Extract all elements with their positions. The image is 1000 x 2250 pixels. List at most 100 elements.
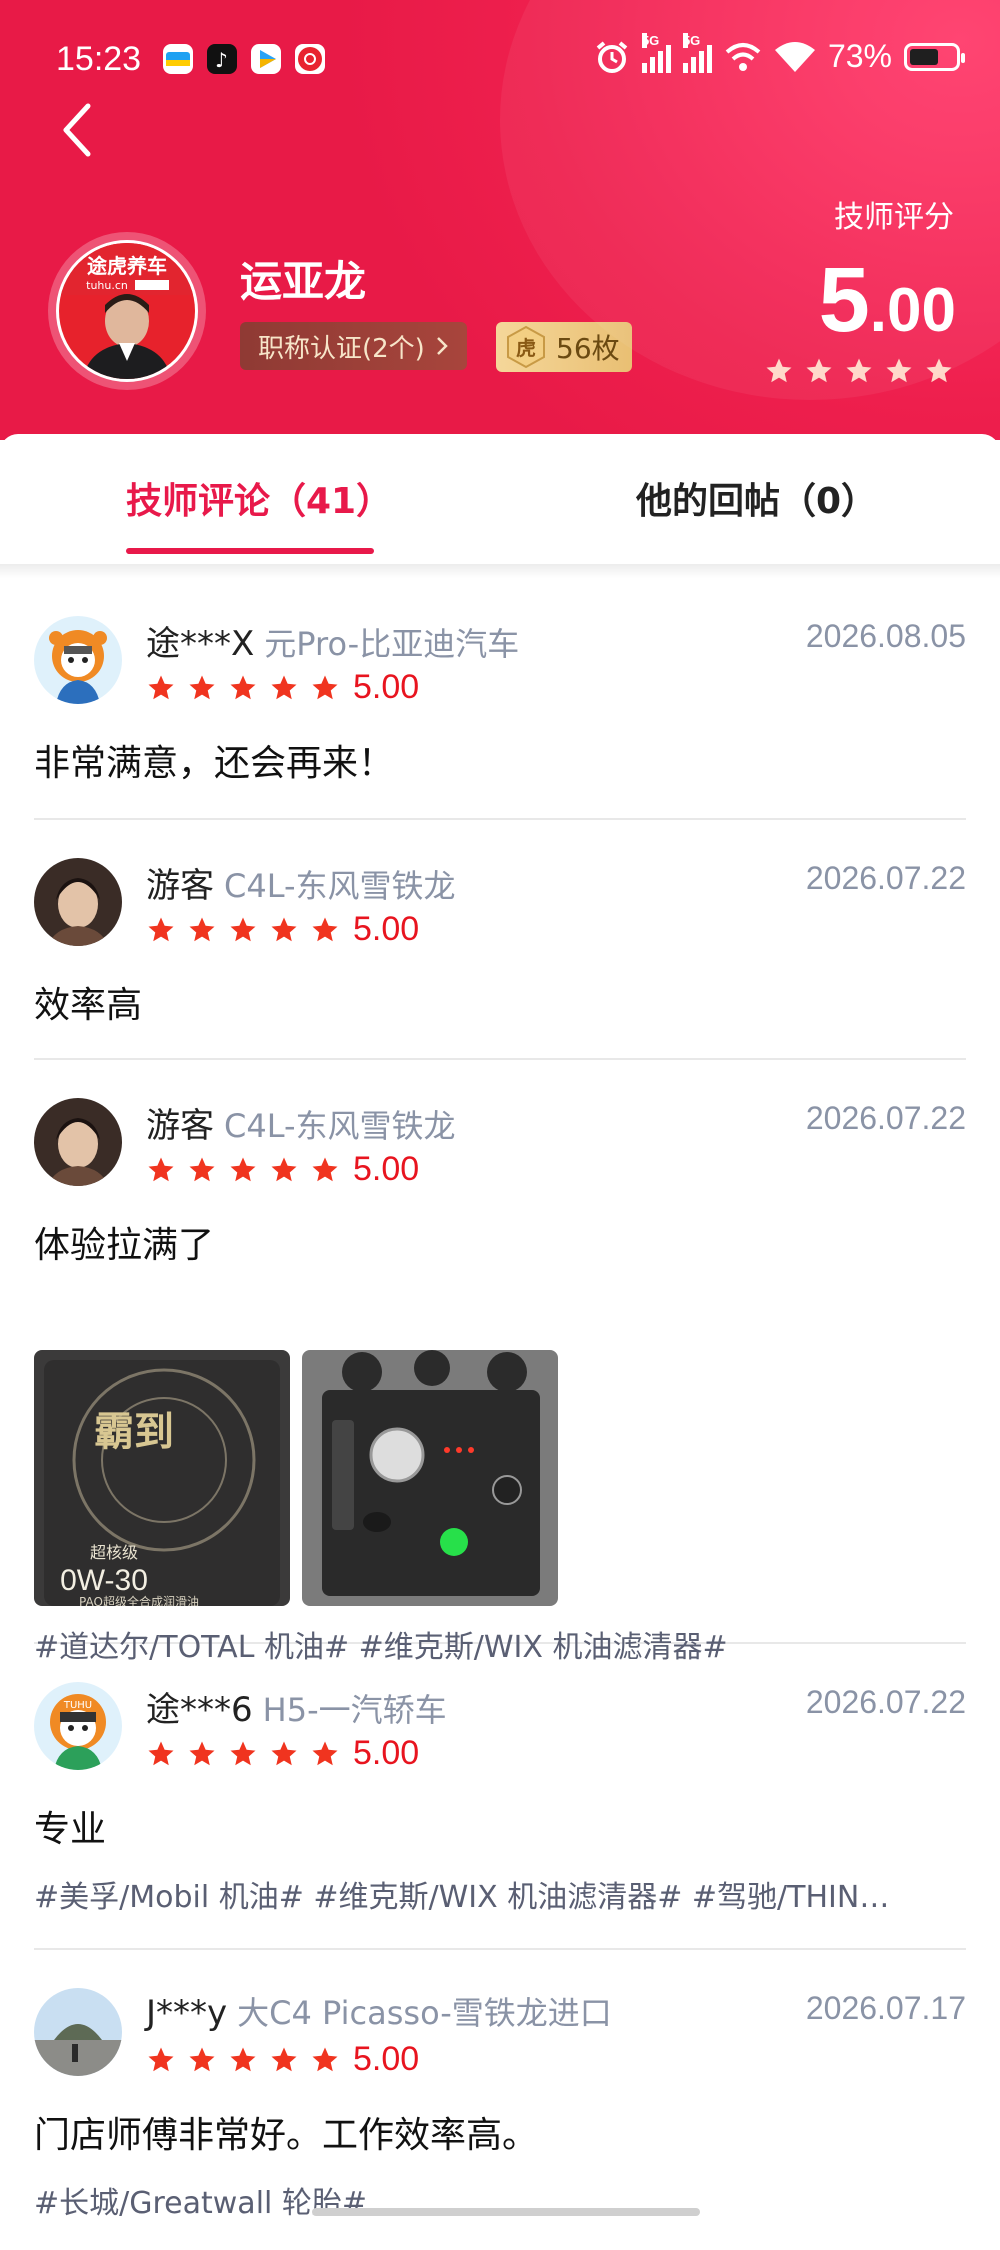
- reviewer-info: 途***6 H5-一汽轿车: [146, 1682, 447, 1731]
- review-date: 2026.08.05: [805, 618, 966, 654]
- signal-2-icon: 5G: [682, 32, 712, 73]
- certification-button[interactable]: 职称认证(2个): [240, 322, 467, 370]
- star-icon: [846, 358, 872, 383]
- reviewer-car: 元Pro-比亚迪汽车: [264, 625, 520, 663]
- reviewer-avatar[interactable]: [34, 1098, 122, 1186]
- reviewer-info: J***y 大C4 Picasso-雪铁龙进口: [146, 1988, 612, 2034]
- review-score: 5.00: [353, 1734, 420, 1772]
- music-app-icon: [295, 44, 325, 74]
- avatar-domain-text: tuhu.cn: [86, 279, 128, 292]
- tiktok-icon: ♪: [207, 44, 237, 74]
- reviewer-info: 游客 C4L-东风雪铁龙: [146, 858, 456, 907]
- svg-text:♪: ♪: [215, 48, 228, 72]
- star-icon: [312, 1741, 338, 1765]
- star-icon: [189, 1157, 215, 1181]
- star-icon: [230, 1157, 256, 1181]
- chevron-right-icon: [436, 337, 448, 355]
- review-score: 5.00: [353, 910, 420, 948]
- home-indicator[interactable]: [312, 2208, 700, 2216]
- tab-his-replies[interactable]: 他的回帖（0）: [636, 472, 877, 524]
- review-stars: 5.00: [146, 910, 419, 949]
- video-app-icon: [251, 44, 281, 74]
- star-icon: [230, 2047, 256, 2071]
- star-icon: [312, 917, 338, 941]
- review-date: 2026.07.22: [805, 1100, 966, 1136]
- review-score: 5.00: [353, 1150, 420, 1188]
- divider-shadow: [0, 564, 1000, 578]
- review-tags[interactable]: #美孚/Mobil 机油# #维克斯/WIX 机油滤清器# #驾驰/THIN…: [34, 1872, 966, 1916]
- score-label: 技师评分: [834, 200, 954, 235]
- reviewer-info: 游客 C4L-东风雪铁龙: [146, 1098, 456, 1147]
- score-integer: 5: [818, 249, 870, 351]
- wifi-hotspot-icon: [725, 42, 761, 71]
- review-date: 2026.07.22: [805, 860, 966, 896]
- score-decimal: .00: [869, 276, 956, 345]
- reviewer-name: 途***6: [146, 1690, 253, 1730]
- technician-score: 5.00: [819, 248, 956, 353]
- tab-bar: 技师评论（41） 他的回帖（0）: [0, 434, 1000, 558]
- photo-oil-brand: 霸到: [94, 1409, 174, 1455]
- technician-name: 运亚龙: [240, 257, 367, 306]
- reviewer-info: 途***X 元Pro-比亚迪汽车: [146, 616, 519, 665]
- review-text: 专业: [34, 1809, 107, 1850]
- tab-technician-reviews[interactable]: 技师评论（41）: [126, 472, 392, 524]
- star-icon: [148, 1157, 174, 1181]
- star-icon: [148, 1741, 174, 1765]
- wifi-icon: [774, 41, 815, 72]
- star-icon: [148, 2047, 174, 2071]
- star-icon: [312, 2047, 338, 2071]
- battery-percent: 73%: [827, 38, 892, 74]
- reviewer-car: H5-一汽轿车: [262, 1691, 447, 1729]
- review-stars: 5.00: [146, 1734, 419, 1773]
- review-photo-machine-panel[interactable]: [302, 1350, 558, 1606]
- star-icon: [886, 358, 912, 383]
- back-arrow-icon[interactable]: [58, 100, 98, 160]
- review-text: 非常满意，还会再来！: [34, 743, 395, 784]
- review-item[interactable]: 游客 C4L-东风雪铁龙 2026.07.22 5.00 效率高: [34, 820, 966, 1060]
- badge-count: 56枚: [556, 332, 620, 365]
- technician-header: 15:23 ♪ 5G 5G 73% 途虎养车 tuhu.cn 运亚龙 职称认证(…: [0, 0, 1000, 440]
- review-stars: 5.00: [146, 668, 419, 707]
- battery-icon: [904, 42, 965, 71]
- star-icon: [312, 675, 338, 699]
- review-stars: 5.00: [146, 2040, 419, 2079]
- photo-oil-viscosity: 0W-30: [60, 1564, 148, 1597]
- review-item[interactable]: TUHU 途***6 H5-一汽轿车 2026.07.22 5.00 专业 #美孚…: [34, 1644, 966, 1950]
- star-icon: [271, 1157, 297, 1181]
- star-icon: [271, 2047, 297, 2071]
- reviewer-avatar[interactable]: [34, 616, 122, 704]
- technician-avatar[interactable]: 途虎养车 tuhu.cn: [48, 232, 206, 390]
- review-photo-oil-can[interactable]: 霸到 超核级 0W-30 PAO超级全合成润滑油: [34, 1350, 290, 1606]
- review-date: 2026.07.17: [805, 1990, 966, 2026]
- reviewer-car: C4L-东风雪铁龙: [224, 867, 456, 905]
- reviewer-avatar[interactable]: TUHU: [34, 1682, 122, 1770]
- review-item[interactable]: 途***X 元Pro-比亚迪汽车 2026.08.05 5.00 非常满意，还会再…: [34, 578, 966, 820]
- review-text: 门店师傅非常好。工作效率高。: [34, 2115, 539, 2156]
- status-time: 15:23: [56, 40, 142, 78]
- reviewer-avatar[interactable]: [34, 858, 122, 946]
- reviewer-avatar[interactable]: [34, 1988, 122, 2076]
- star-icon: [766, 358, 792, 383]
- review-text: 效率高: [34, 985, 143, 1026]
- avatar-brand-text: 途虎养车: [87, 254, 167, 278]
- review-item[interactable]: 游客 C4L-东风雪铁龙 2026.07.22 5.00 体验拉满了 霸到 超核级…: [34, 1060, 966, 1665]
- star-icon: [926, 358, 952, 383]
- app-notification-icon-1: [163, 44, 193, 74]
- badge-count-button[interactable]: 虎 56枚: [496, 322, 632, 372]
- star-icon: [189, 675, 215, 699]
- star-icon: [312, 1157, 338, 1181]
- star-icon: [230, 917, 256, 941]
- star-icon: [806, 358, 832, 383]
- reviewer-name: 游客: [146, 866, 214, 906]
- reviewer-name: 途***X: [146, 624, 255, 664]
- system-status-icons: 5G 5G 73%: [594, 32, 965, 75]
- tiger-badge-icon: 虎: [507, 325, 545, 369]
- review-stars: 5.00: [146, 1150, 419, 1189]
- review-item[interactable]: J***y 大C4 Picasso-雪铁龙进口 2026.07.17 5.00 门…: [34, 1950, 966, 2250]
- star-icon: [189, 917, 215, 941]
- star-icon: [148, 675, 174, 699]
- star-icon: [230, 1741, 256, 1765]
- review-photos: 霸到 超核级 0W-30 PAO超级全合成润滑油: [34, 1350, 558, 1606]
- status-bar: 15:23 ♪ 5G 5G 73%: [0, 32, 1000, 88]
- review-date: 2026.07.22: [805, 1684, 966, 1720]
